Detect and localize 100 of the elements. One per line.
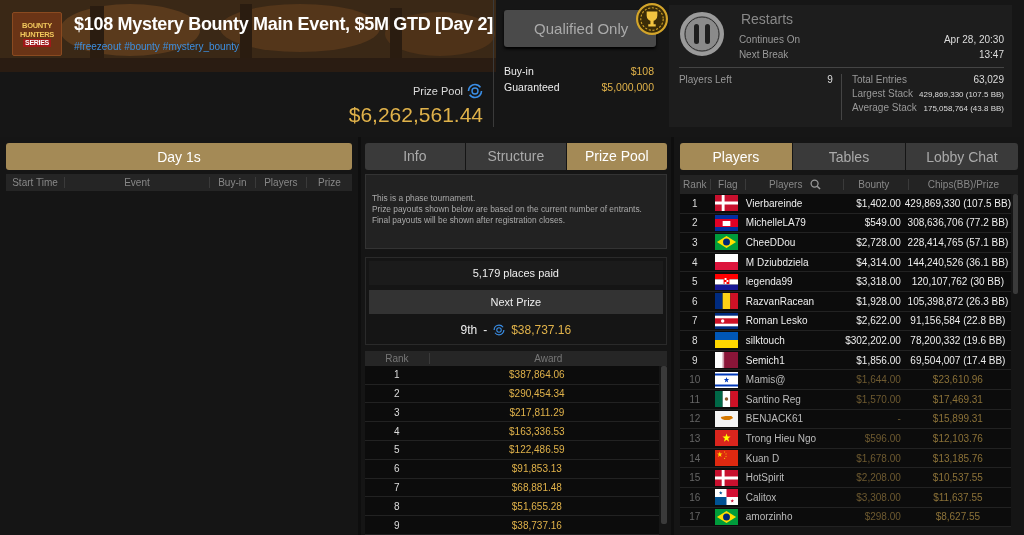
coin-icon (467, 83, 484, 99)
award-cell-text: $217,811.29 (508, 406, 566, 418)
rank-cell-text: 13 (688, 432, 702, 444)
scrollbar[interactable] (660, 365, 667, 524)
prize-pool-amount: $6,262,561.44 (348, 103, 484, 127)
chips-cell-text: $15,899.31 (931, 413, 984, 425)
stat-label: Largest Stack (851, 88, 914, 99)
tag-link[interactable]: #mystery_bounty (162, 41, 239, 52)
info-text: This is a phase tournament. (371, 192, 477, 204)
rank-cell-text: 2 (393, 388, 401, 400)
player-name: Santino Reg (744, 393, 802, 405)
stat-value: 175,058,764 (43.8 BB) (923, 104, 1004, 113)
rank-cell-text: 6 (393, 463, 401, 475)
bounty-cell-text: $1,644.00 (855, 374, 902, 386)
column-header[interactable]: Event (64, 177, 209, 188)
bounty-cell-text: $302,202.00 (844, 334, 902, 346)
info-text: Prize payouts shown below are based on the current number of entrants. (371, 203, 643, 215)
info-text: Final payouts will be shown after registration closes. (371, 214, 567, 226)
column-header[interactable]: Buy-in (208, 177, 255, 188)
tab[interactable]: Tables (792, 143, 905, 170)
flag-icon (715, 450, 739, 466)
rank-cell-text: 2 (691, 217, 699, 229)
pause-icon (678, 11, 725, 57)
rank-cell-text: 5 (691, 276, 699, 288)
flag-icon (715, 214, 739, 231)
column-header[interactable]: Flag (710, 179, 746, 190)
rank-cell-text: 8 (393, 500, 401, 512)
rank-cell-text: 17 (688, 511, 702, 523)
search-icon[interactable] (810, 179, 822, 190)
award-cell-text: $91,853.13 (510, 463, 563, 475)
tab[interactable]: Lobby Chat (905, 143, 1018, 170)
chips-cell-text: 228,414,765 (57.1 BB) (906, 237, 1010, 248)
tab[interactable]: Structure (465, 143, 566, 170)
coin-icon (493, 324, 506, 337)
stat-value: 429,869,330 (107.5 BB) (919, 90, 1004, 99)
column-header[interactable]: Players (769, 179, 803, 190)
bounty-cell-text: - (896, 413, 902, 425)
status-value: 13:47 (978, 48, 1004, 62)
award-cell-text: $51,655.28 (510, 500, 563, 512)
chips-cell-text: 69,504,007 (17.4 BB) (909, 354, 1007, 366)
player-name: RazvanRacean (744, 295, 816, 307)
rank-cell-text: 9 (691, 354, 699, 366)
rank-cell-text: 4 (691, 256, 699, 268)
chips-cell-text: $13,185.76 (931, 452, 984, 464)
column-header[interactable]: Award (429, 352, 667, 364)
rank-cell-text: 14 (688, 452, 702, 464)
rank-cell-text: 9 (393, 519, 401, 531)
tag-link[interactable]: #bounty (124, 41, 160, 52)
flag-icon (715, 469, 739, 486)
player-name: BENJACK61 (744, 413, 805, 425)
rank-cell-text: 16 (688, 491, 702, 503)
player-name: Vierbareinde (744, 197, 804, 209)
rank-cell-text: 7 (393, 482, 401, 493)
column-header[interactable]: Rank (364, 352, 430, 364)
tab[interactable]: Players (679, 143, 792, 170)
award-cell-text: $122,486.59 (508, 444, 566, 456)
column-header[interactable]: Players (254, 177, 306, 188)
status-label: Continues On (738, 33, 801, 47)
column-header[interactable]: Start Time (6, 177, 64, 188)
scrollbar[interactable] (1013, 194, 1018, 294)
bounty-cell-text: $3,308.00 (855, 491, 902, 503)
qualified-only-button[interactable]: Qualified Only (504, 10, 657, 47)
player-name: MichelleLA79 (744, 217, 807, 229)
bounty-cell-text: $2,622.00 (855, 315, 902, 327)
column-header[interactable]: Prize (305, 177, 352, 188)
status-value: Apr 28, 20:30 (943, 33, 1004, 47)
flag-icon (715, 508, 739, 525)
bounty-cell-text: $1,570.00 (855, 393, 902, 405)
tab[interactable]: Info (364, 143, 465, 170)
award-cell-text: $163,336.53 (508, 425, 566, 437)
chips-cell-text: $23,610.96 (931, 374, 984, 386)
column-header[interactable]: Chips(BB)/Prize (908, 179, 1018, 190)
rank-cell-text: 1 (691, 197, 699, 209)
status-title: Restarts (740, 11, 794, 27)
tab[interactable]: Prize Pool (566, 143, 667, 170)
rank-cell-text: 4 (393, 425, 401, 437)
chips-cell-text: $12,103.76 (931, 432, 984, 444)
bounty-cell-text: $2,208.00 (855, 472, 902, 484)
flag-icon (715, 430, 739, 447)
player-name: Mamis@ (744, 374, 787, 386)
rank-cell-text: 7 (691, 315, 699, 327)
column-header[interactable]: Bounty (843, 179, 909, 190)
next-prize-amount: $38,737.16 (511, 323, 572, 338)
flag-icon (715, 254, 739, 271)
fee-amount: $5,000,000 (601, 81, 655, 93)
flag-icon (715, 293, 739, 310)
chips-cell-text: 105,398,872 (26.3 BB) (906, 295, 1010, 307)
flag-icon (715, 234, 739, 251)
chips-cell-text: $11,637.55 (932, 491, 984, 503)
bounty-cell-text: $4,314.00 (855, 256, 902, 268)
rank-cell-text: 11 (688, 393, 701, 405)
player-name: silktouch (744, 334, 786, 346)
day-1s-header: Day 1s (6, 143, 352, 170)
bounty-cell-text: $1,402.00 (855, 197, 902, 209)
player-name: Calitox (744, 491, 778, 503)
bounty-cell-text: $298.00 (863, 511, 902, 523)
tag-link[interactable]: #freezeout (74, 41, 122, 52)
tournament-title: $108 Mystery Bounty Main Event, $5M GTD [Day 2] (74, 14, 494, 35)
column-header[interactable]: Rank (679, 179, 711, 190)
bounty-cell-text: $1,856.00 (855, 354, 902, 366)
